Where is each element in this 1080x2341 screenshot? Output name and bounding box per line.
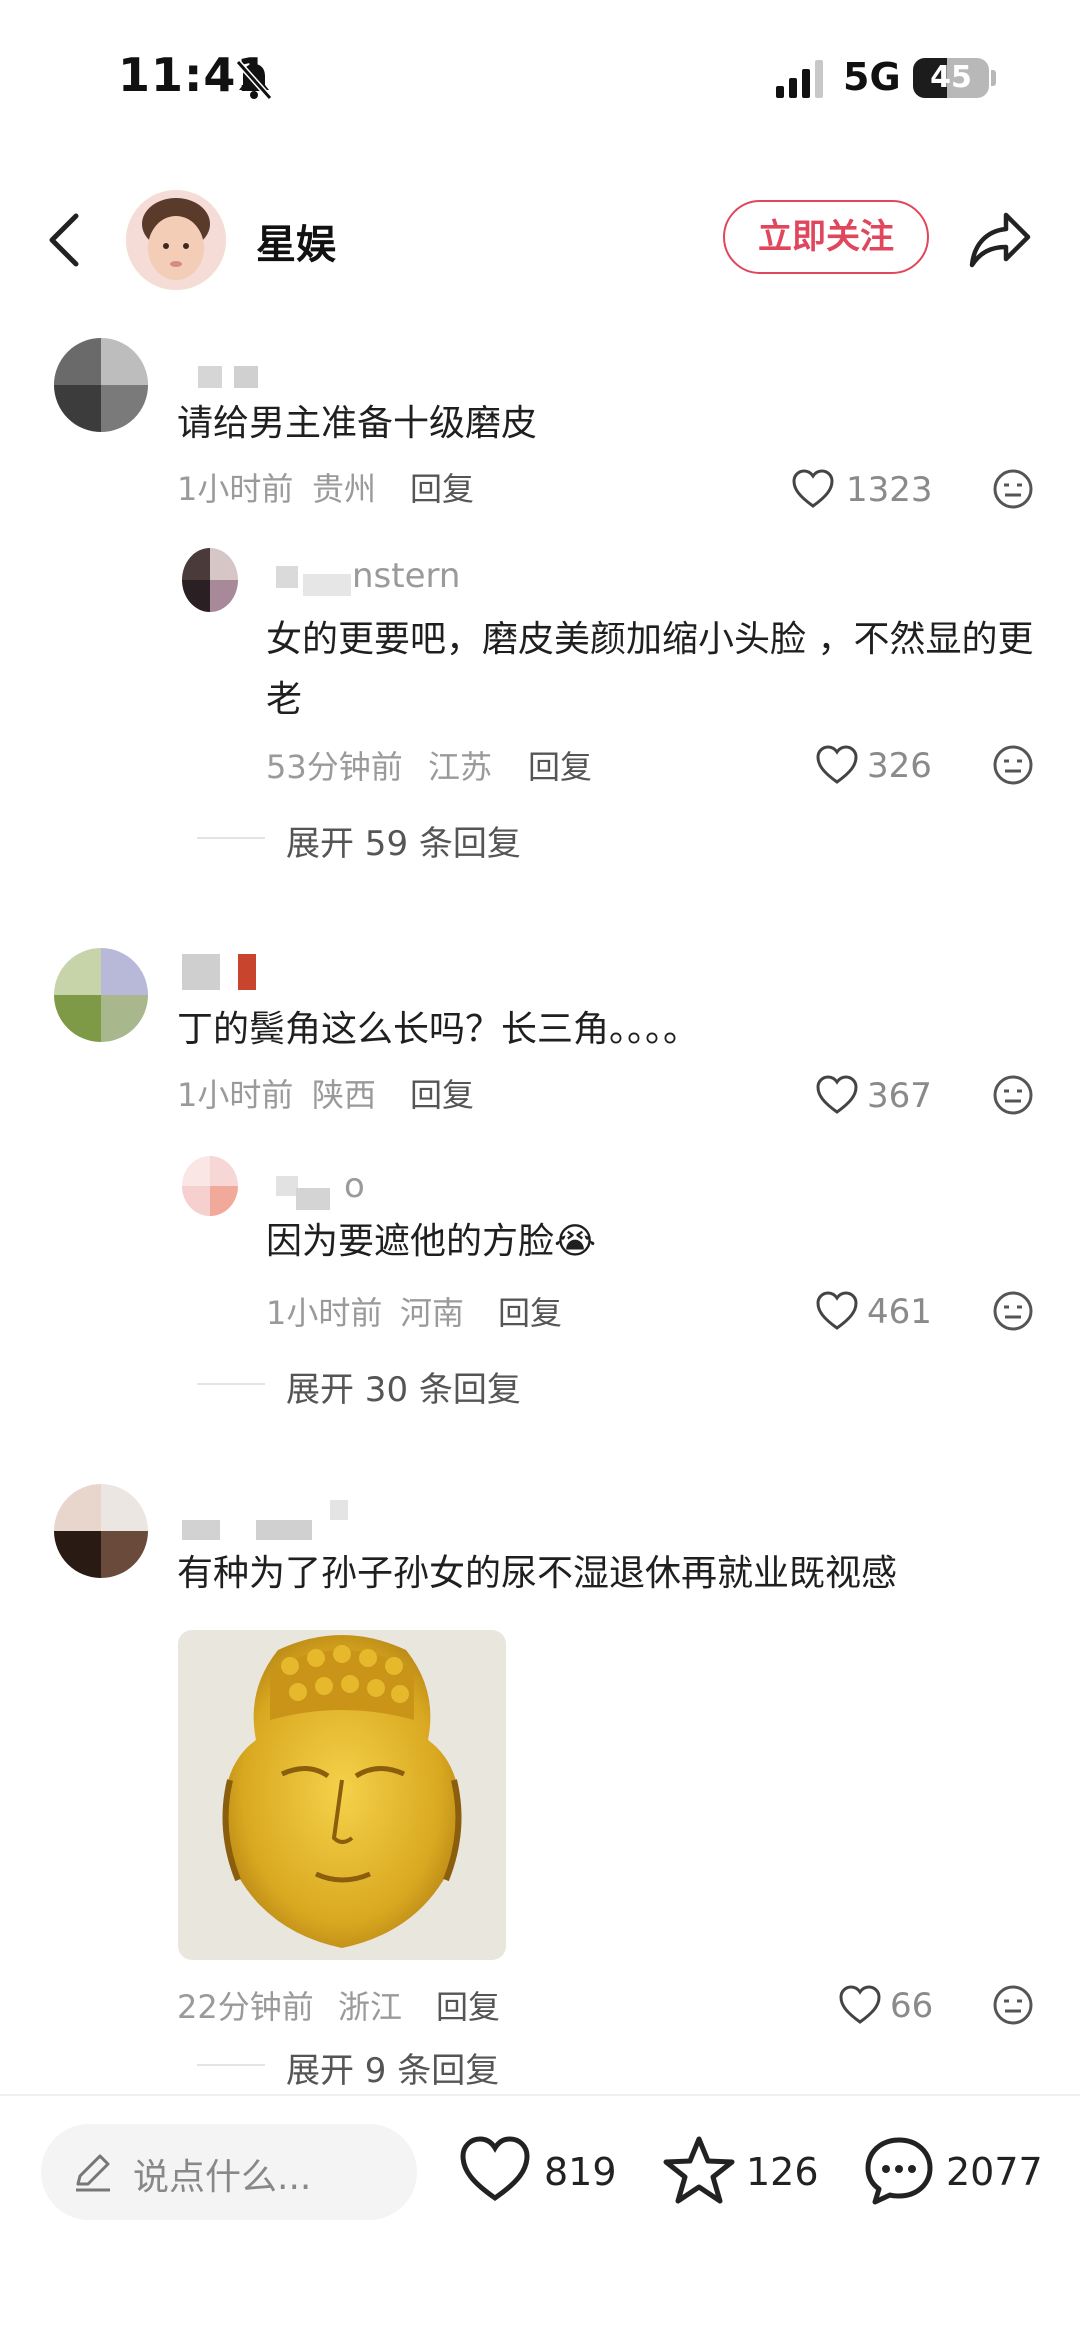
- comment-avatar[interactable]: [54, 948, 148, 1042]
- heart-icon[interactable]: [838, 1984, 882, 2026]
- battery-tip: [991, 70, 996, 86]
- username-blurred: [296, 1188, 330, 1210]
- reply-button[interactable]: 回复: [410, 464, 474, 510]
- network-label: 5G: [843, 55, 901, 99]
- dislike-face-icon[interactable]: [992, 468, 1034, 510]
- reply-username[interactable]: nstern: [352, 556, 460, 596]
- username-blurred: [303, 574, 351, 596]
- reply-text-body: 因为要遮他的方脸: [266, 1221, 555, 1262]
- expand-line: [197, 2064, 265, 2066]
- reply-location: 河南: [400, 1294, 465, 1332]
- reply-time: 1小时前: [266, 1294, 383, 1332]
- expand-replies[interactable]: 展开 30 条回复: [286, 1362, 521, 1411]
- comment-location: 贵州: [312, 470, 377, 508]
- comment-time: 1小时前: [177, 470, 294, 508]
- expand-replies[interactable]: 展开 59 条回复: [286, 816, 521, 865]
- author-avatar[interactable]: [126, 190, 226, 290]
- heart-icon[interactable]: [815, 1290, 859, 1332]
- username-blurred: [198, 366, 222, 388]
- reply-avatar[interactable]: [182, 1156, 238, 1216]
- comment-text: 请给男主准备十级磨皮: [177, 403, 538, 444]
- reply-text: 因为要遮他的方脸😭: [266, 1212, 596, 1272]
- username-blurred: [234, 366, 258, 388]
- golden-buddha-image: [178, 1630, 506, 1960]
- page-title: 星娱: [256, 222, 336, 268]
- silent-bell-icon: [235, 60, 273, 100]
- comment-text: 丁的鬓角这么长吗？长三角。。。。: [177, 1009, 700, 1050]
- username-blurred: [182, 1520, 220, 1540]
- dislike-face-icon[interactable]: [992, 744, 1034, 786]
- pencil-icon: [76, 2154, 110, 2192]
- battery-icon: 45: [913, 58, 989, 98]
- comment-count: 2077: [946, 2150, 1043, 2194]
- follow-button[interactable]: 立即关注: [723, 200, 929, 274]
- dislike-face-icon[interactable]: [992, 1290, 1034, 1332]
- signal-icon: [776, 60, 823, 98]
- reply-button[interactable]: 回复: [498, 1288, 562, 1334]
- post-like-count: 819: [544, 2150, 617, 2194]
- bottom-divider: [0, 2094, 1080, 2096]
- comment-location: 陕西: [312, 1076, 377, 1114]
- reply-location: 江苏: [428, 748, 493, 786]
- like-count: 326: [867, 746, 932, 786]
- heart-icon[interactable]: [815, 744, 859, 786]
- expand-line: [197, 1383, 265, 1385]
- reply-avatar[interactable]: [182, 548, 238, 612]
- back-icon[interactable]: [44, 210, 84, 270]
- comment-time: 1小时前: [177, 1076, 294, 1114]
- favorite-star-icon[interactable]: [662, 2134, 736, 2208]
- child-portrait-icon: [126, 190, 226, 290]
- heart-icon[interactable]: [815, 1074, 859, 1116]
- favorite-count: 126: [746, 2150, 819, 2194]
- reply-button[interactable]: 回复: [528, 742, 592, 788]
- comment-time: 22分钟前: [177, 1988, 314, 2026]
- comment-input-placeholder[interactable]: 说点什么...: [133, 2148, 311, 2200]
- like-count: 66: [890, 1986, 934, 2026]
- reply-username[interactable]: o: [344, 1166, 365, 1206]
- username-blurred: [238, 954, 256, 990]
- reply-time: 53分钟前: [266, 748, 403, 786]
- comment-bubble-icon[interactable]: [862, 2134, 936, 2208]
- share-icon[interactable]: [966, 205, 1034, 273]
- comment-location: 浙江: [338, 1988, 403, 2026]
- like-count: 1323: [846, 470, 933, 510]
- reply-button[interactable]: 回复: [410, 1070, 474, 1116]
- dislike-face-icon[interactable]: [992, 1984, 1034, 2026]
- like-count: 461: [867, 1292, 932, 1332]
- comment-image[interactable]: [178, 1630, 506, 1960]
- username-blurred: [330, 1500, 348, 1520]
- reply-text: 女的更要吧，磨皮美颜加缩小头脸 ，不然显的更老: [266, 619, 1034, 720]
- expand-replies[interactable]: 展开 9 条回复: [286, 2043, 499, 2092]
- username-blurred: [276, 566, 298, 588]
- comment-avatar[interactable]: [54, 338, 148, 432]
- username-blurred: [256, 1520, 312, 1540]
- crying-emoji: 😭: [554, 1221, 597, 1262]
- comment-avatar[interactable]: [54, 1484, 148, 1578]
- reply-button[interactable]: 回复: [436, 1982, 500, 2028]
- expand-line: [197, 837, 265, 839]
- heart-icon[interactable]: [791, 468, 835, 510]
- like-count: 367: [867, 1076, 932, 1116]
- username-blurred: [182, 954, 220, 990]
- username-blurred: [276, 1176, 298, 1196]
- dislike-face-icon[interactable]: [992, 1074, 1034, 1116]
- like-heart-icon[interactable]: [458, 2134, 532, 2208]
- comment-text: 有种为了孙子孙女的尿不湿退休再就业既视感: [177, 1553, 898, 1594]
- battery-level: 45: [930, 60, 972, 95]
